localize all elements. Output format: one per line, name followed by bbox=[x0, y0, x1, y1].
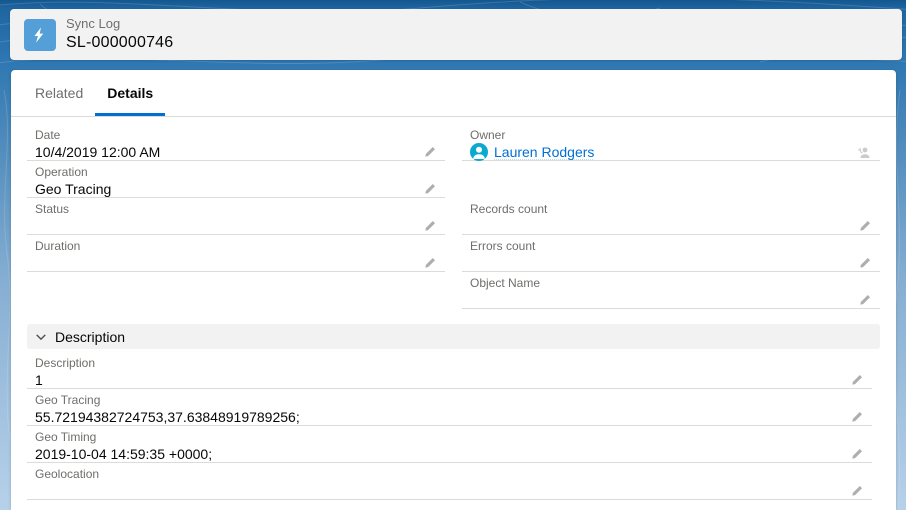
edit-icon[interactable] bbox=[423, 182, 437, 196]
user-avatar-icon bbox=[470, 143, 488, 161]
description-field-list: Description 1 Geo Tracing 55.72194382724… bbox=[27, 352, 872, 500]
field-value: 2019-10-04 14:59:35 +0000; bbox=[35, 446, 213, 462]
field-geo-tracing: Geo Tracing 55.72194382724753,37.6384891… bbox=[27, 389, 872, 426]
tab-related[interactable]: Related bbox=[23, 70, 95, 116]
owner-link[interactable]: Lauren Rodgers bbox=[494, 144, 856, 160]
field-label: Geolocation bbox=[35, 467, 100, 481]
field-value: 10/4/2019 12:00 AM bbox=[35, 144, 161, 160]
empty-cell bbox=[462, 161, 880, 198]
field-status: Status bbox=[27, 198, 445, 235]
field-label: Status bbox=[35, 202, 70, 216]
field-label: Duration bbox=[35, 239, 81, 253]
record-name: SL-000000746 bbox=[66, 33, 174, 51]
field-object-name: Object Name bbox=[462, 272, 880, 309]
field-label: Owner bbox=[470, 128, 506, 142]
field-label: Object Name bbox=[470, 276, 541, 290]
field-duration: Duration bbox=[27, 235, 445, 272]
field-label: Geo Tracing bbox=[35, 393, 101, 407]
lightning-bolt-icon bbox=[24, 18, 56, 51]
edit-icon[interactable] bbox=[858, 256, 872, 270]
field-date: Date 10/4/2019 12:00 AM bbox=[27, 124, 445, 161]
field-label: Date bbox=[35, 128, 61, 142]
field-label: Records count bbox=[470, 202, 548, 216]
detail-field-grid: Date 10/4/2019 12:00 AM Owner Lauren Rod… bbox=[27, 124, 880, 309]
edit-icon[interactable] bbox=[423, 219, 437, 233]
tab-bar: Related Details bbox=[11, 70, 896, 117]
change-owner-icon[interactable] bbox=[856, 144, 872, 160]
edit-icon[interactable] bbox=[850, 484, 864, 498]
record-header: Sync Log SL-000000746 bbox=[10, 9, 902, 60]
field-records-count: Records count bbox=[462, 198, 880, 235]
field-value: 1 bbox=[35, 372, 43, 388]
description-section-header[interactable]: Description bbox=[27, 324, 880, 349]
field-label: Geo Timing bbox=[35, 430, 97, 444]
edit-icon[interactable] bbox=[858, 293, 872, 307]
field-operation: Operation Geo Tracing bbox=[27, 161, 445, 198]
field-label: Errors count bbox=[470, 239, 536, 253]
chevron-down-icon bbox=[36, 333, 46, 340]
field-label: Description bbox=[35, 356, 96, 370]
record-detail-card: Related Details Date 10/4/2019 12:00 AM … bbox=[11, 70, 896, 510]
section-title: Description bbox=[55, 328, 126, 345]
object-label: Sync Log bbox=[66, 15, 121, 31]
field-geo-timing: Geo Timing 2019-10-04 14:59:35 +0000; bbox=[27, 426, 872, 463]
field-description: Description 1 bbox=[27, 352, 872, 389]
field-value: Geo Tracing bbox=[35, 181, 112, 197]
edit-icon[interactable] bbox=[850, 373, 864, 387]
edit-icon[interactable] bbox=[850, 447, 864, 461]
edit-icon[interactable] bbox=[850, 410, 864, 424]
field-owner: Owner Lauren Rodgers bbox=[462, 124, 880, 161]
edit-icon[interactable] bbox=[858, 219, 872, 233]
edit-icon[interactable] bbox=[423, 256, 437, 270]
field-label: Operation bbox=[35, 165, 88, 179]
edit-icon[interactable] bbox=[423, 145, 437, 159]
field-errors-count: Errors count bbox=[462, 235, 880, 272]
field-geolocation: Geolocation bbox=[27, 463, 872, 500]
field-value: 55.72194382724753,37.63848919789256; bbox=[35, 409, 300, 425]
tab-details[interactable]: Details bbox=[95, 70, 166, 116]
